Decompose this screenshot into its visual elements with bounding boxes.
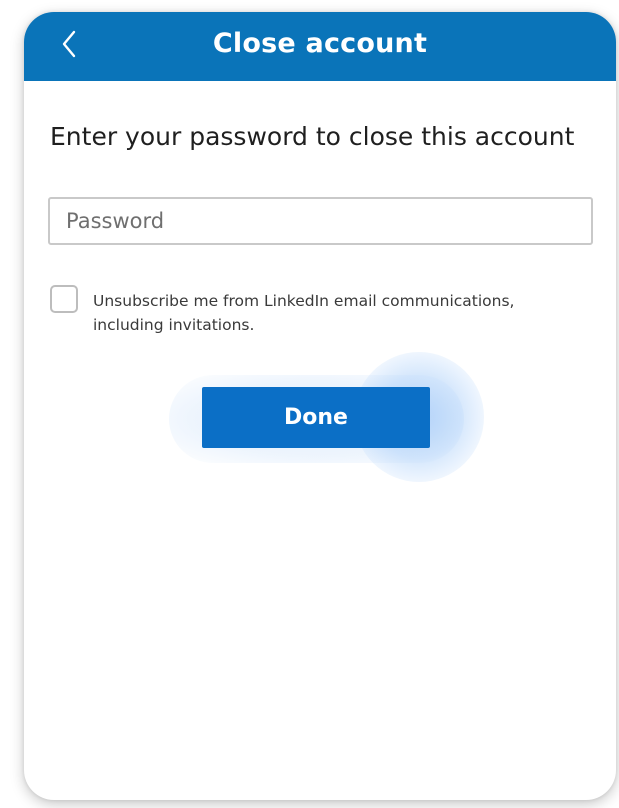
app-header: Close account (24, 12, 616, 81)
unsubscribe-checkbox[interactable] (50, 285, 78, 313)
unsubscribe-label: Unsubscribe me from LinkedIn email commu… (93, 292, 515, 334)
page-title: Close account (212, 28, 428, 59)
password-prompt: Enter your password to close this accoun… (50, 122, 575, 151)
password-input[interactable] (48, 197, 593, 245)
done-button[interactable]: Done (202, 387, 430, 448)
close-account-screen: Close account Enter your password to clo… (24, 12, 616, 800)
